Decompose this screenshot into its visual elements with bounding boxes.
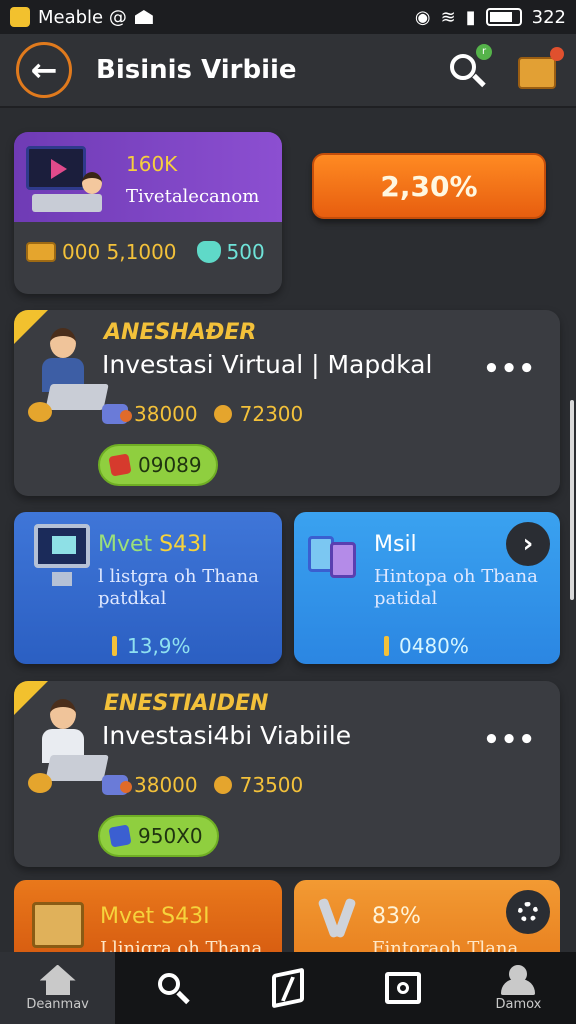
tile-subtitle-line: patdkal (98, 588, 167, 609)
percent-button[interactable]: 2,30% (312, 153, 546, 219)
investment-label: ANESHAÐER (104, 320, 257, 345)
nav-book[interactable] (230, 952, 345, 1024)
gem-balance: 500 (226, 240, 265, 264)
crate-icon (32, 902, 84, 948)
page-title: Bisinis Virbiie (96, 55, 297, 85)
tile-value: 13,9% (112, 634, 191, 658)
gear-icon (518, 902, 538, 922)
camera-icon (385, 972, 422, 1004)
market-tile[interactable]: Mvet S43I l listgra oh Thana patdkal 13,… (14, 512, 282, 664)
wifi-icon: ≋ (440, 6, 456, 28)
app-bar: ← Bisinis Virbiie r (0, 34, 576, 108)
home-icon (39, 964, 76, 995)
notification-badge: r (476, 44, 492, 60)
tile-title-suffix: S43I (159, 532, 208, 557)
dice-icon (102, 404, 132, 424)
red-cube-icon (108, 453, 132, 477)
notification-icon (134, 10, 153, 24)
nav-home[interactable]: Deanmav (0, 952, 116, 1024)
tile-subtitle-line: l listgra oh Thana (98, 566, 259, 587)
summary-amount: 160K (126, 152, 178, 176)
alert-badge (550, 47, 564, 61)
signal-icon: ▮ (465, 6, 476, 28)
tile-title: Mvet S43I (100, 904, 210, 929)
settings-button[interactable] (506, 890, 550, 934)
cubes-illustration (308, 524, 382, 594)
investment-card[interactable]: ANESHAÐER Investasi Virtual | Mapdkal ••… (14, 310, 560, 496)
investment-card[interactable]: ENESTIAIDEN Investasi4bi Viabiile ••• 38… (14, 681, 560, 867)
chevron-right-button[interactable]: › (506, 522, 550, 566)
summary-banner: 160K Tivetalecanom (14, 132, 282, 222)
status-time: 322 (531, 6, 566, 28)
tile-title: Mvet S43I (98, 532, 208, 557)
treasure-box-icon (518, 57, 556, 89)
tile-title: Msil (374, 532, 417, 557)
app-notification-icon (10, 7, 30, 27)
market-tile[interactable]: Msil Hintopa oh Tbana patidal 0480% › (294, 512, 560, 664)
tile-title: 83% (372, 904, 421, 929)
stat-value: 38000 (134, 773, 198, 797)
businessman-illustration (28, 328, 110, 428)
coin-balance: 000 5,1000 (62, 240, 177, 264)
nav-label: Deanmav (26, 996, 89, 1012)
status-bar: Meable @ ◉ ≋ ▮ 322 (0, 0, 576, 34)
battery-icon (485, 8, 522, 26)
clock-icon (213, 776, 232, 794)
clock-icon (213, 405, 232, 423)
alarm-icon: ◉ (414, 6, 431, 28)
dice-icon (102, 775, 132, 795)
bottom-nav: Deanmav Damox (0, 952, 576, 1024)
computer-illustration (26, 146, 108, 216)
tile-value-text: 0480% (399, 634, 469, 658)
investment-name: Investasi Virtual | Mapdkal (102, 350, 433, 379)
summary-subtitle: Tivetalecanom (126, 186, 260, 207)
investment-pill-button[interactable]: 09089 (98, 444, 218, 486)
more-dots-icon[interactable]: ••• (483, 354, 536, 384)
investment-pill-button[interactable]: 950X0 (98, 815, 219, 857)
pill-value: 09089 (138, 453, 202, 477)
tile-subtitle-line: patidal (374, 588, 438, 609)
investment-label: ENESTIAIDEN (104, 691, 269, 716)
tile-subtitle: l listgra oh Thana patdkal (98, 566, 259, 610)
scrollbar[interactable] (570, 400, 574, 600)
stat-value: 38000 (134, 402, 198, 426)
tile-value-text: 13,9% (127, 634, 191, 658)
investment-name: Investasi4bi Viabiile (102, 721, 352, 750)
tile-subtitle: Hintopa oh Tbana patidal (374, 566, 538, 610)
monitor-illustration (28, 524, 102, 594)
user-icon (501, 964, 536, 995)
stat-value: 72300 (239, 402, 304, 426)
gem-icon (196, 241, 221, 263)
pill-value: 950X0 (138, 824, 203, 848)
search-button[interactable]: r (446, 44, 492, 90)
blue-cube-icon (108, 824, 132, 848)
nav-profile[interactable]: Damox (461, 952, 576, 1024)
nav-camera[interactable] (346, 952, 461, 1024)
nav-search[interactable] (115, 952, 230, 1024)
tile-value: 0480% (384, 634, 469, 658)
back-button[interactable]: ← (16, 42, 72, 98)
summary-card[interactable]: 160K Tivetalecanom 000 5,1000 500 (14, 132, 282, 294)
nav-label: Damox (495, 996, 542, 1012)
status-app-name: Meable @ (38, 6, 127, 28)
search-icon (156, 971, 190, 1005)
tile-subtitle-line: Hintopa oh Tbana (374, 566, 538, 587)
book-icon (272, 967, 304, 1009)
stat-value: 73500 (239, 773, 304, 797)
more-dots-icon[interactable]: ••• (483, 725, 536, 755)
arrow-left-icon: ← (30, 51, 58, 89)
summary-balances: 000 5,1000 500 (26, 240, 265, 264)
businessman-illustration (28, 699, 110, 799)
clamp-icon (317, 897, 362, 948)
tile-title-prefix: Mvet (98, 532, 160, 557)
investment-stats: 38000 72300 (102, 402, 303, 426)
coin-icon (26, 242, 56, 262)
investment-stats: 38000 73500 (102, 773, 303, 797)
chevron-right-icon: › (522, 529, 534, 559)
treasure-box-button[interactable] (514, 47, 564, 93)
